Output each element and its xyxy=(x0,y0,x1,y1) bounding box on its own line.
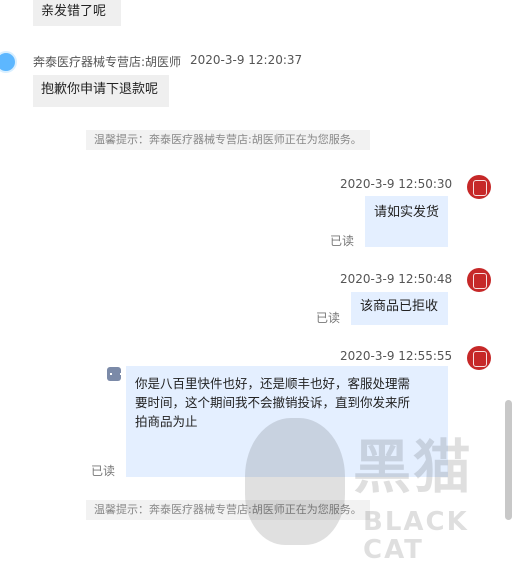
watermark-text: 黑猫 xyxy=(353,433,474,501)
message-timestamp: 2020-3-9 12:50:48 xyxy=(340,272,453,286)
sender-name: 奔泰医疗器械专营店:胡医师 xyxy=(33,55,182,69)
message-text: 抱歉你申请下退款呢 xyxy=(41,82,159,97)
read-status: 已读 xyxy=(316,311,341,325)
read-status: 已读 xyxy=(330,234,355,248)
message-bubble-received: 亲发错了呢 xyxy=(33,0,121,26)
message-timestamp: 2020-3-9 12:20:37 xyxy=(190,53,303,67)
message-bubble-sent: 该商品已拒收 xyxy=(351,292,448,325)
user-avatar[interactable] xyxy=(467,346,491,370)
message-text: 请如实发货 xyxy=(374,205,440,220)
system-notice: 温馨提示：奔泰医疗器械专营店:胡医师正在为您服务。 xyxy=(86,130,370,150)
watermark-logo: 黑猫 BLACK CAT xyxy=(245,418,514,564)
more-options-icon[interactable] xyxy=(107,367,122,381)
cat-icon xyxy=(245,418,345,545)
message-timestamp: 2020-3-9 12:55:55 xyxy=(340,349,453,363)
message-timestamp: 2020-3-9 12:50:30 xyxy=(340,177,453,191)
user-avatar[interactable] xyxy=(467,175,491,199)
shop-avatar[interactable] xyxy=(0,51,17,73)
message-bubble-sent: 请如实发货 xyxy=(365,196,448,247)
message-line: 你是八百里快件也好，还是顺丰也好，客服处理需 xyxy=(135,376,411,391)
system-notice-text: 温馨提示：奔泰医疗器械专营店:胡医师正在为您服务。 xyxy=(94,133,362,146)
watermark-subtext: BLACK CAT xyxy=(363,507,469,565)
message-bubble-received: 抱歉你申请下退款呢 xyxy=(33,75,169,107)
message-text: 亲发错了呢 xyxy=(41,4,107,19)
message-text: 该商品已拒收 xyxy=(360,299,439,314)
read-status: 已读 xyxy=(91,464,116,478)
user-avatar[interactable] xyxy=(467,268,491,292)
message-line: 要时间，这个期间我不会撤销投诉，直到你发来所 xyxy=(135,395,411,410)
